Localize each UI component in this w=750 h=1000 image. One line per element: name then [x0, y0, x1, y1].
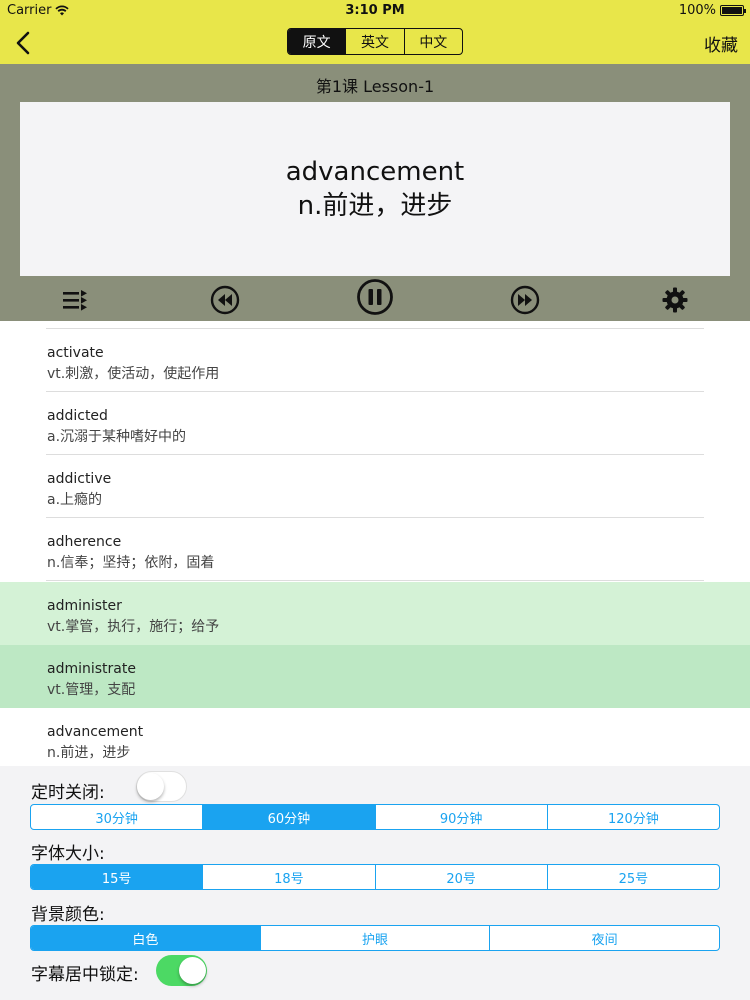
playlist-button[interactable] [58, 285, 92, 315]
word-chinese: vt.刺激，使活动，使起作用 [47, 366, 220, 382]
list-item[interactable]: advancement n.前进，进步 [0, 708, 750, 766]
font-option-25[interactable]: 25号 [548, 865, 719, 889]
word-english: advancement [47, 724, 144, 740]
word-english: addictive [47, 471, 112, 487]
word-chinese: a.上瘾的 [47, 492, 103, 508]
previous-button[interactable] [208, 283, 242, 317]
status-time: 3:10 PM [345, 3, 405, 18]
word-chinese: a.沉溺于某种嗜好中的 [47, 429, 187, 445]
list-divider [46, 580, 704, 581]
tab-original[interactable]: 原文 [288, 29, 347, 54]
subtitle-lock-toggle[interactable] [156, 955, 207, 986]
next-icon [510, 285, 540, 315]
word-english: adherence [47, 534, 122, 550]
current-word: advancement [285, 157, 465, 187]
bg-option-night[interactable]: 夜间 [490, 926, 719, 950]
player-panel: 第1课 Lesson-1 advancement n.前进，进步 [0, 64, 750, 321]
lesson-title: 第1课 Lesson-1 [315, 77, 435, 96]
battery-percent: 100% [678, 3, 716, 18]
word-chinese: n.信奉；坚持；依附，固着 [47, 555, 215, 571]
toggle-knob [137, 773, 164, 800]
battery-fill [722, 7, 742, 14]
word-list: activate vt.刺激，使活动，使起作用 addicted a.沉溺于某种… [0, 321, 750, 766]
font-size-options: 15号 18号 20号 25号 [30, 864, 720, 890]
subtitle-lock-label: 字幕居中锁定: [31, 965, 139, 985]
word-chinese: vt.管理，支配 [47, 682, 136, 698]
bg-option-eye-care[interactable]: 护眼 [261, 926, 491, 950]
battery-icon [720, 5, 746, 16]
next-button[interactable] [508, 283, 542, 317]
tab-chinese[interactable]: 中文 [405, 29, 462, 54]
playlist-icon [63, 290, 87, 311]
word-chinese: vt.掌管，执行，施行；给予 [47, 619, 220, 635]
status-bar: Carrier 3:10 PM 100% [0, 0, 750, 22]
timer-option-60[interactable]: 60分钟 [203, 805, 376, 829]
font-size-label: 字体大小: [31, 844, 105, 864]
font-option-15[interactable]: 15号 [31, 865, 204, 889]
back-button[interactable] [8, 28, 38, 58]
font-option-18[interactable]: 18号 [203, 865, 376, 889]
word-english: administrate [47, 661, 136, 677]
previous-icon [210, 285, 240, 315]
list-item[interactable]: addictive a.上瘾的 [0, 455, 750, 518]
settings-panel: 定时关闭: 30分钟 60分钟 90分钟 120分钟 字体大小: 15号 18号… [0, 766, 750, 1000]
word-card: advancement n.前进，进步 [20, 102, 730, 276]
pause-button[interactable] [355, 277, 395, 317]
word-english: administer [47, 598, 122, 614]
chevron-left-icon [16, 31, 30, 55]
word-english: activate [47, 345, 104, 361]
text-mode-segmented: 原文 英文 中文 [287, 28, 463, 55]
timer-options: 30分钟 60分钟 90分钟 120分钟 [30, 804, 720, 830]
list-item[interactable]: adherence n.信奉；坚持；依附，固着 [0, 518, 750, 581]
gear-icon [662, 287, 688, 313]
background-color-label: 背景颜色: [31, 905, 105, 925]
timer-option-90[interactable]: 90分钟 [376, 805, 548, 829]
nav-bar: 原文 英文 中文 收藏 [0, 22, 750, 64]
tab-english[interactable]: 英文 [346, 29, 405, 54]
favorite-button[interactable]: 收藏 [704, 31, 738, 56]
list-item[interactable]: activate vt.刺激，使活动，使起作用 [0, 329, 750, 392]
word-chinese: n.前进，进步 [47, 745, 131, 761]
pause-icon [357, 279, 393, 315]
settings-button[interactable] [658, 284, 692, 316]
list-item[interactable]: addicted a.沉溺于某种嗜好中的 [0, 392, 750, 455]
timer-label: 定时关闭: [31, 783, 105, 803]
font-option-20[interactable]: 20号 [376, 865, 548, 889]
playback-controls [0, 279, 750, 319]
list-item[interactable]: administer vt.掌管，执行，施行；给予 [0, 582, 750, 645]
list-item[interactable]: administrate vt.管理，支配 [0, 645, 750, 708]
timer-option-30[interactable]: 30分钟 [31, 805, 204, 829]
toggle-knob [179, 957, 206, 984]
background-color-options: 白色 护眼 夜间 [30, 925, 720, 951]
timer-option-120[interactable]: 120分钟 [548, 805, 719, 829]
timer-toggle[interactable] [136, 771, 187, 802]
battery-status: 100% [678, 3, 746, 18]
bg-option-white[interactable]: 白色 [31, 926, 261, 950]
word-english: addicted [47, 408, 108, 424]
current-meaning: n.前进，进步 [297, 191, 453, 221]
